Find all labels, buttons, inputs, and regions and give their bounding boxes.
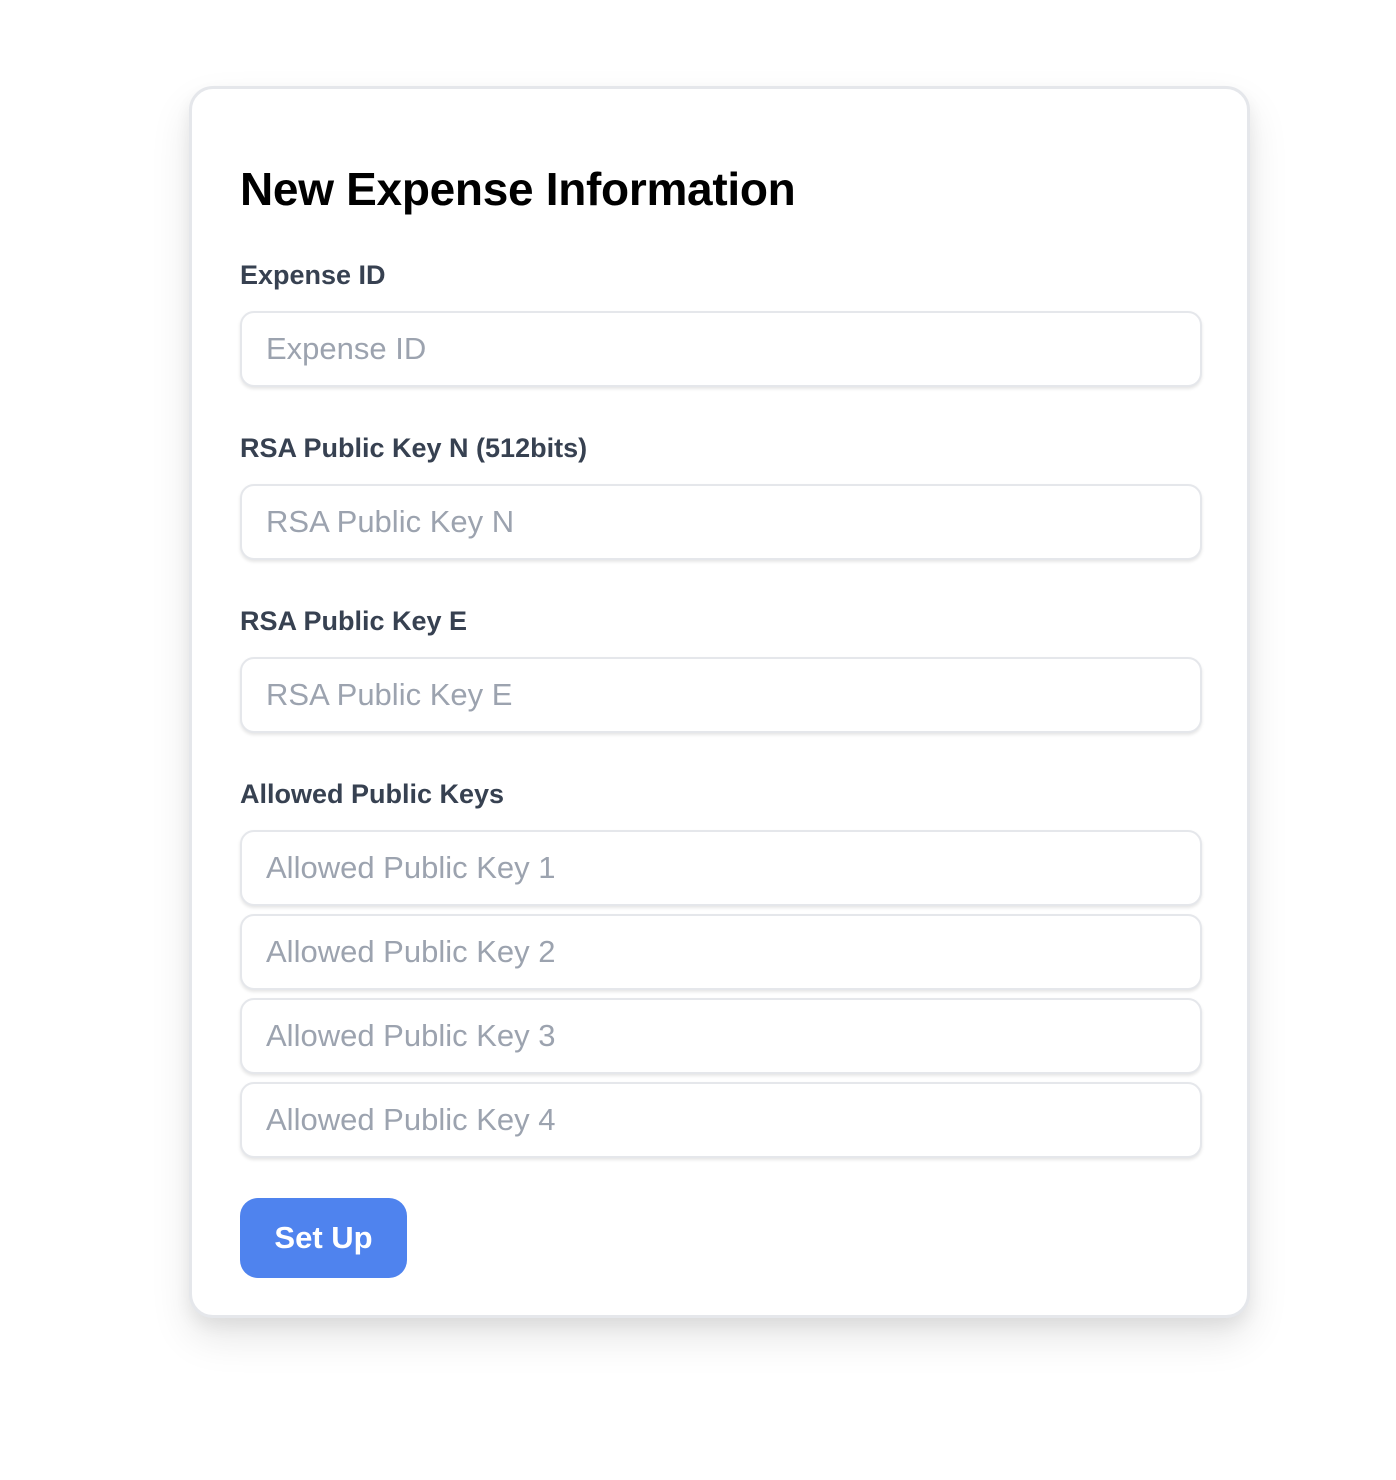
rsa-public-key-e-label: RSA Public Key E [240,606,468,636]
rsa-public-key-n-label: RSA Public Key N (512bits) [240,433,588,463]
rsa-public-key-n-input[interactable] [240,484,1202,560]
expense-id-label: Expense ID [240,260,386,290]
form-title: New Expense Information [240,163,796,215]
allowed-public-key-2-input[interactable] [240,914,1202,990]
expense-form-card: New Expense Information Expense ID RSA P… [189,86,1250,1318]
allowed-public-keys-label: Allowed Public Keys [240,779,505,809]
set-up-button[interactable]: Set Up [240,1198,407,1278]
allowed-public-key-1-input[interactable] [240,830,1202,906]
rsa-public-key-e-input[interactable] [240,657,1202,733]
expense-id-input[interactable] [240,311,1202,387]
allowed-public-key-3-input[interactable] [240,998,1202,1074]
allowed-public-key-4-input[interactable] [240,1082,1202,1158]
